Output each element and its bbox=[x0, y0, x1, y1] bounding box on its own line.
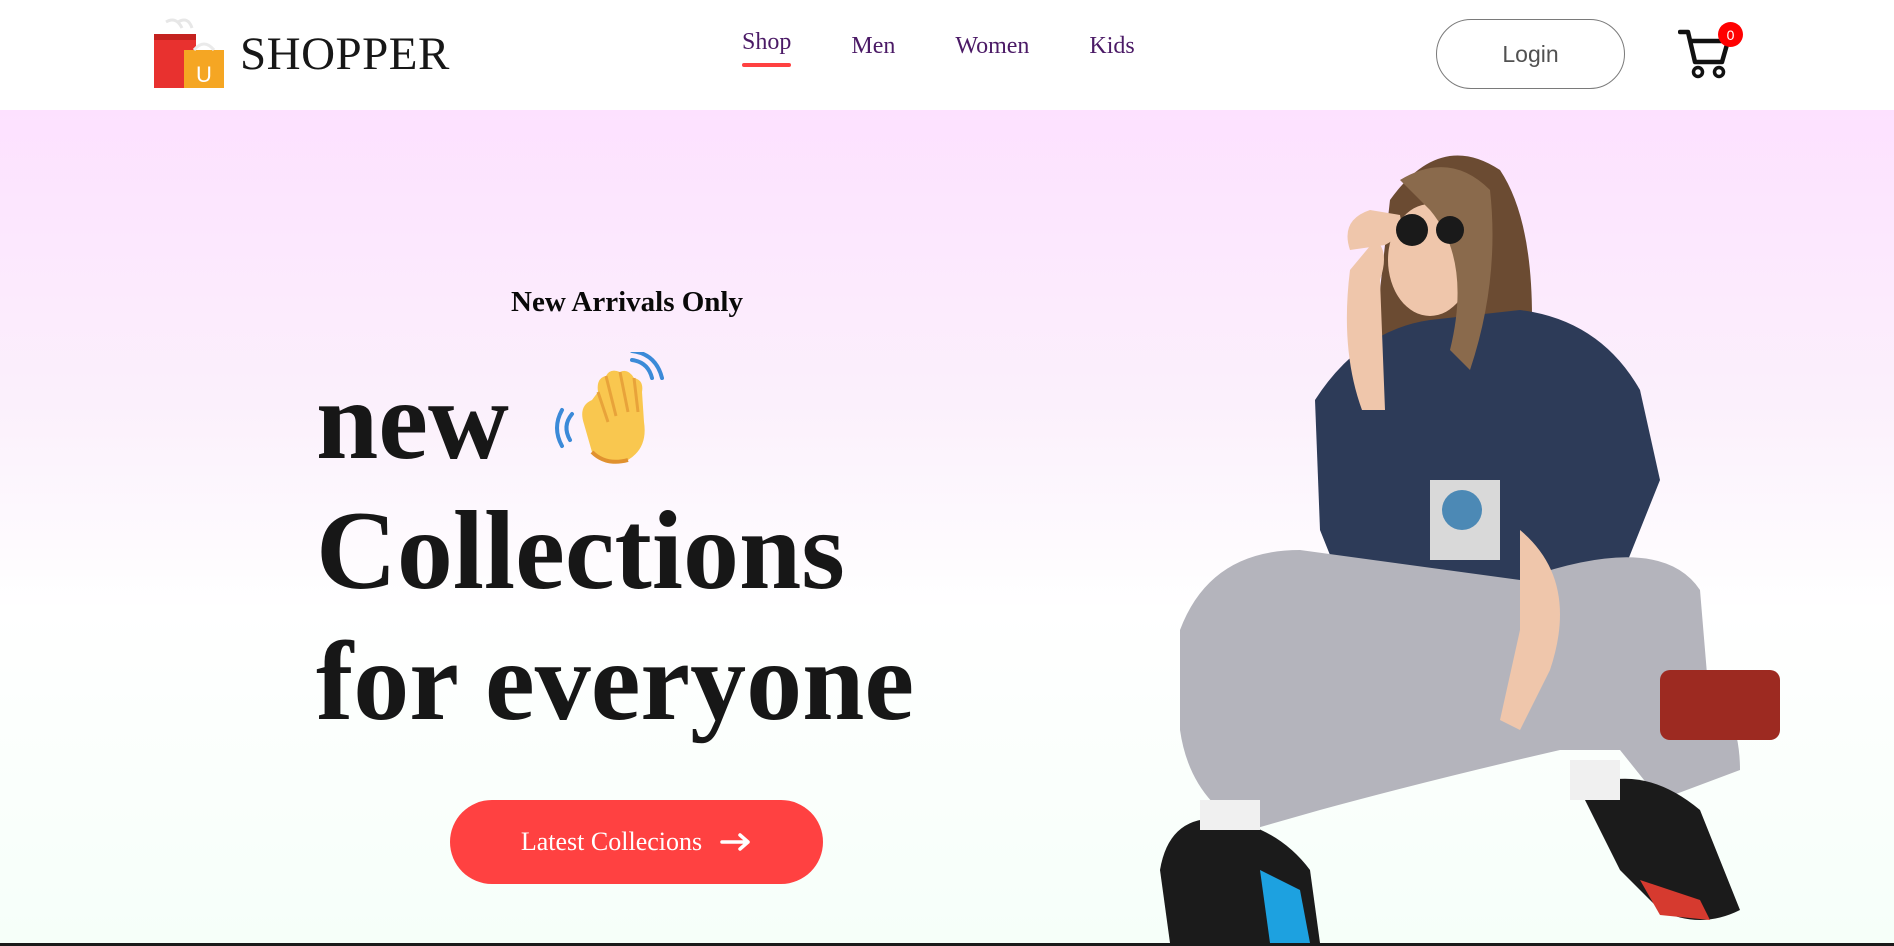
latest-collections-label: Latest Collecions bbox=[520, 827, 703, 856]
nav-menu: Shop Men Women Kids bbox=[742, 30, 1135, 67]
nav-item-women[interactable]: Women bbox=[955, 34, 1029, 58]
hero-section: New Arrivals Only new Collections for ev… bbox=[0, 110, 1894, 943]
navbar: U SHOPPER Shop Men Women Kids Login 0 bbox=[0, 0, 1894, 110]
login-button[interactable]: Login bbox=[1436, 19, 1625, 89]
nav-item-label: Women bbox=[955, 33, 1030, 59]
arrow-right-icon bbox=[720, 833, 750, 851]
nav-item-kids[interactable]: Kids bbox=[1089, 34, 1134, 58]
hero-left: New Arrivals Only new Collections for ev… bbox=[0, 110, 1100, 943]
cart-button[interactable]: 0 bbox=[1678, 22, 1743, 80]
hero-headline-line-3: for everyone bbox=[316, 620, 915, 744]
cart-count-badge: 0 bbox=[1718, 22, 1743, 47]
hero-headline-line-2: Collections bbox=[316, 489, 845, 613]
nav-item-shop[interactable]: Shop bbox=[742, 29, 792, 67]
brand-name: SHOPPER bbox=[240, 28, 450, 80]
hero-right bbox=[1100, 110, 1894, 943]
brand[interactable]: U SHOPPER bbox=[152, 18, 450, 90]
hero-headline-line-1: new bbox=[316, 359, 509, 483]
hero-eyebrow: New Arrivals Only bbox=[511, 286, 743, 318]
waving-hand-icon bbox=[555, 352, 664, 464]
latest-collections-button[interactable]: Latest Collecions bbox=[450, 800, 823, 884]
nav-item-label: Men bbox=[851, 33, 896, 59]
nav-item-men[interactable]: Men bbox=[851, 34, 895, 58]
shopping-bags-icon: U bbox=[154, 18, 224, 88]
nav-item-label: Kids bbox=[1089, 33, 1135, 59]
nav-item-label: Shop bbox=[742, 29, 792, 55]
hero-image bbox=[1160, 155, 1780, 943]
active-underline bbox=[742, 63, 792, 67]
logo-letter: U bbox=[196, 62, 212, 87]
